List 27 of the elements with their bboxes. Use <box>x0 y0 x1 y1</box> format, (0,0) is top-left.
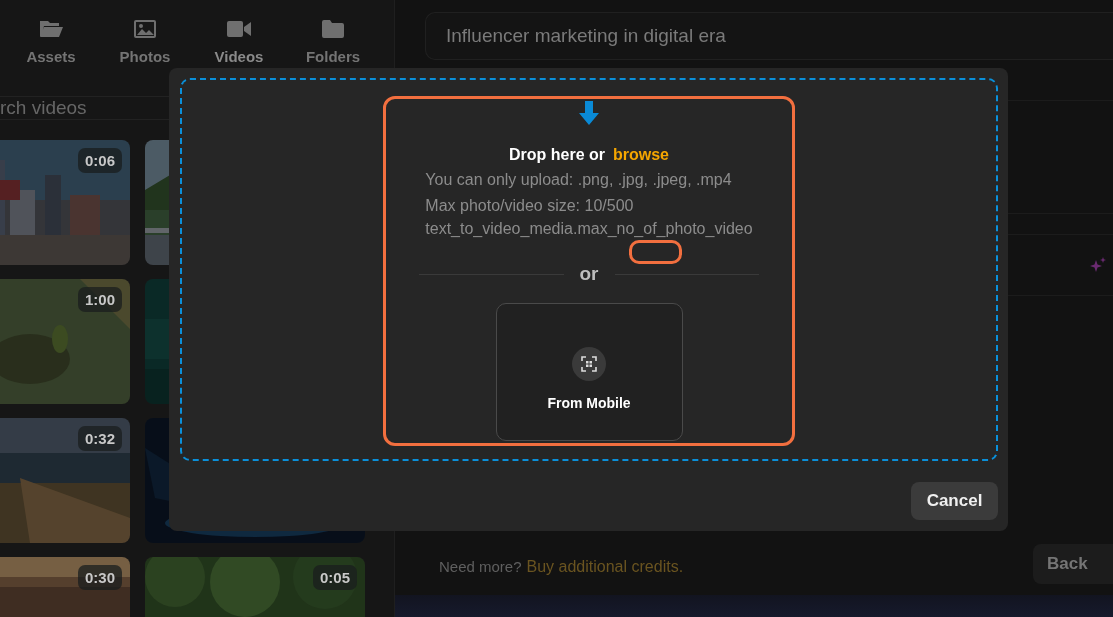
upload-info-text: text_to_video_media.max_no_of_photo_video <box>425 219 753 239</box>
quota-text: Need more? <box>439 558 522 576</box>
upload-info-text: Max photo/video size: 10/500 <box>425 195 635 216</box>
download-arrow-icon <box>577 101 601 125</box>
buy-credits-link[interactable]: Buy additional credits. <box>526 558 684 576</box>
from-mobile-button[interactable]: From Mobile <box>495 303 683 441</box>
cancel-button[interactable]: Cancel <box>911 482 998 520</box>
back-button[interactable]: Back <box>1033 544 1113 584</box>
upload-info-text: You can only upload: .png, .jpg, .jpeg, .mp4 <box>425 170 733 190</box>
qr-scan-icon <box>581 356 597 372</box>
or-divider-label: or <box>579 263 599 285</box>
highlight-mark <box>629 240 682 264</box>
drop-heading: Drop here or <box>509 145 605 165</box>
duration-label: 0:32 <box>77 426 122 451</box>
nav-tab[interactable]: Assets <box>4 0 98 95</box>
duration-label: 0:05 <box>312 565 357 590</box>
duration-label: 0:30 <box>77 565 122 590</box>
duration-label: 1:00 <box>77 287 122 312</box>
browse-link[interactable]: browse <box>613 143 669 167</box>
folder-icon <box>322 20 344 38</box>
image-icon <box>134 20 156 38</box>
title-field[interactable]: Influencer marketing in digital era <box>425 12 1113 60</box>
duration-label: 0:06 <box>77 148 122 173</box>
video-camera-icon <box>227 21 251 37</box>
drop-zone[interactable]: Drop here or browse You can only upload: .png, .jpg, .jpeg, .mp4 Max photo/video size: 10/500 text_to_video_media.max_no_of_photo_video or From Mobile <box>180 78 998 461</box>
sparkle-icon <box>1089 256 1107 274</box>
folder-icon <box>39 19 63 39</box>
